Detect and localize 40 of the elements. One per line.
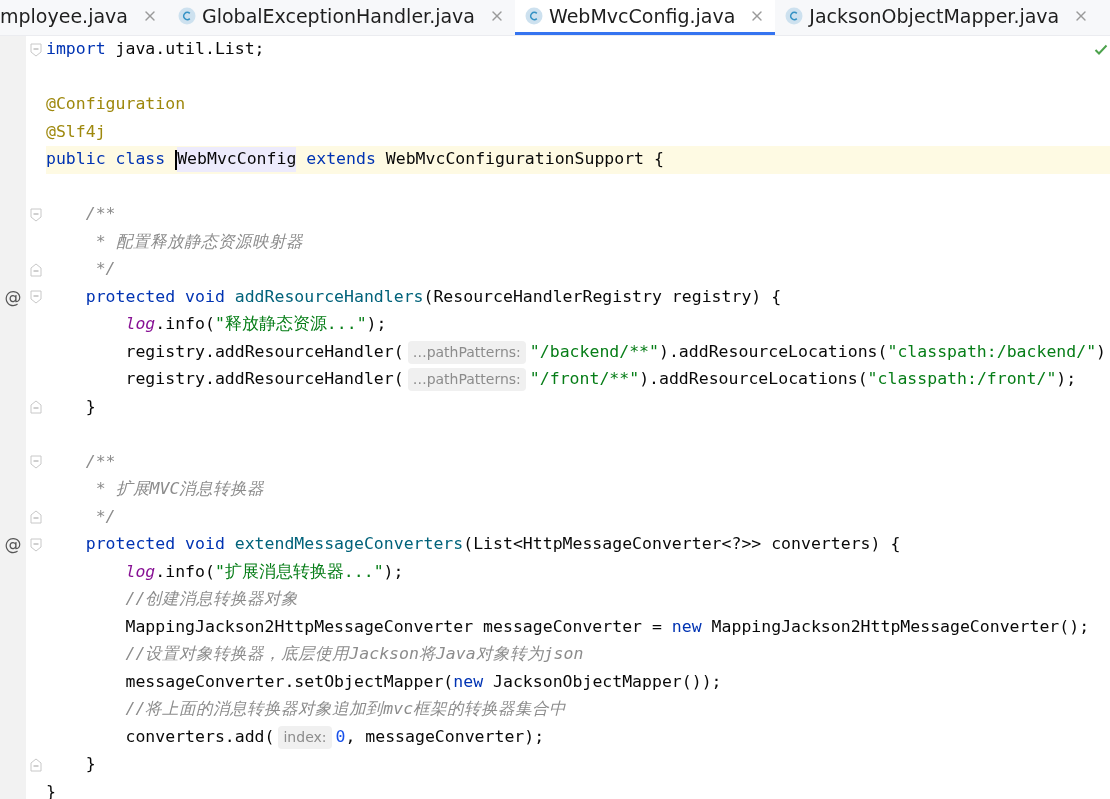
override-mark[interactable]: @ [4,532,22,558]
fold-icon[interactable] [30,757,42,772]
fold-icon[interactable] [30,290,42,305]
check-icon [1094,44,1108,56]
fold-icon[interactable] [30,207,42,222]
code-line: /** [84,203,116,226]
code-line: protected void extendMessageConverters(List<HttpMessageConverter<?>> converters) { [84,533,901,556]
code-line: */ [94,505,116,528]
parameter-hint: index: [278,725,332,749]
code-line: log.info("扩展消息转换器..."); [124,560,404,583]
code-line: } [84,395,96,418]
code-line: //创建消息转换器对象 [124,588,299,611]
code-line: import java.util.List; [46,38,265,61]
code-line: */ [94,258,116,281]
code-line: } [84,753,96,776]
code-line: converters.add( index: 0, messageConverter); [46,723,545,751]
fold-icon[interactable] [30,400,42,415]
code-line: } [46,780,56,799]
code-line: //将上面的消息转换器对象追加到mvc框架的转换器集合中 [124,698,567,721]
parameter-hint: …pathPatterns: [407,368,526,392]
fold-icon[interactable] [30,42,42,57]
code-line: //设置对象转换器，底层使用Jackson将Java对象转为json [124,643,584,666]
code-line: protected void addResourceHandlers(ResourceHandlerRegistry registry) { [84,285,782,308]
override-mark[interactable]: @ [4,284,22,310]
fold-icon[interactable] [30,510,42,525]
code-line: /** [84,450,116,473]
code-line: registry.addResourceHandler( …pathPatterns: "/front/**").addResourceLocations("classpath:/front/"); [46,366,1077,394]
code-line: @Configuration [46,93,186,116]
fold-icon[interactable] [30,455,42,470]
editor-tab[interactable]: WebMvcConfig.java [515,0,776,35]
code-line: registry.addResourceHandler( …pathPatterns: "/backend/**").addResourceLocations("classpath:/backend/") [46,338,1107,366]
code-line: * 配置释放静态资源映射器 [94,230,303,253]
code-line: MappingJackson2HttpMessageConverter messageConverter = new MappingJackson2HttpMessageConverter(); [124,615,1090,638]
fold-icon[interactable] [30,262,42,277]
code-line: * 扩展MVC消息转换器 [94,478,265,501]
parameter-hint: …pathPatterns: [407,340,526,364]
code-line: @Slf4j [46,120,106,143]
fold-icon[interactable] [30,537,42,552]
code-line: messageConverter.setObjectMapper(new JacksonObjectMapper()); [124,670,722,693]
code-line: log.info("释放静态资源..."); [124,313,387,336]
